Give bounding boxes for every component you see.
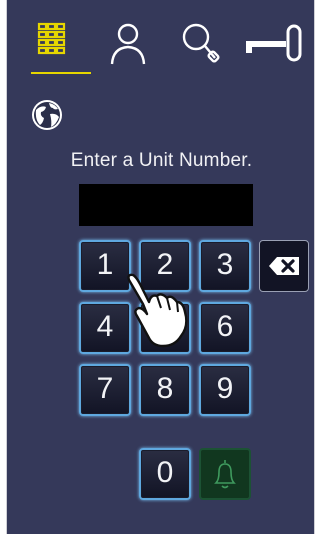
- backspace-icon: [269, 257, 299, 275]
- key-7[interactable]: 7: [79, 364, 131, 416]
- key-6[interactable]: 6: [199, 302, 251, 354]
- key-9[interactable]: 9: [199, 364, 251, 416]
- keypad-tab[interactable]: [27, 20, 77, 76]
- active-tab-indicator: [31, 72, 91, 74]
- key-0[interactable]: 0: [139, 448, 191, 500]
- key-tab[interactable]: [243, 20, 303, 76]
- unit-number-prompt: Enter a Unit Number.: [70, 150, 253, 171]
- unit-number-display: [79, 184, 253, 226]
- backspace-button[interactable]: [259, 240, 309, 292]
- person-icon: [110, 23, 146, 65]
- search-tab[interactable]: [177, 20, 227, 76]
- key-icon: [246, 24, 302, 62]
- call-button[interactable]: [199, 448, 251, 500]
- bell-icon: [214, 460, 236, 489]
- search-icon: [182, 23, 220, 63]
- intercom-screen: Enter a Unit Number. 1 2 3 4 5 6 7 8 9 0: [6, 0, 315, 534]
- resident-tab[interactable]: [103, 20, 153, 76]
- pointing-hand-icon: [123, 272, 197, 350]
- key-8[interactable]: 8: [139, 364, 191, 416]
- key-3[interactable]: 3: [199, 240, 251, 292]
- keypad-grid-icon: [37, 22, 66, 55]
- globe-icon[interactable]: [31, 99, 63, 131]
